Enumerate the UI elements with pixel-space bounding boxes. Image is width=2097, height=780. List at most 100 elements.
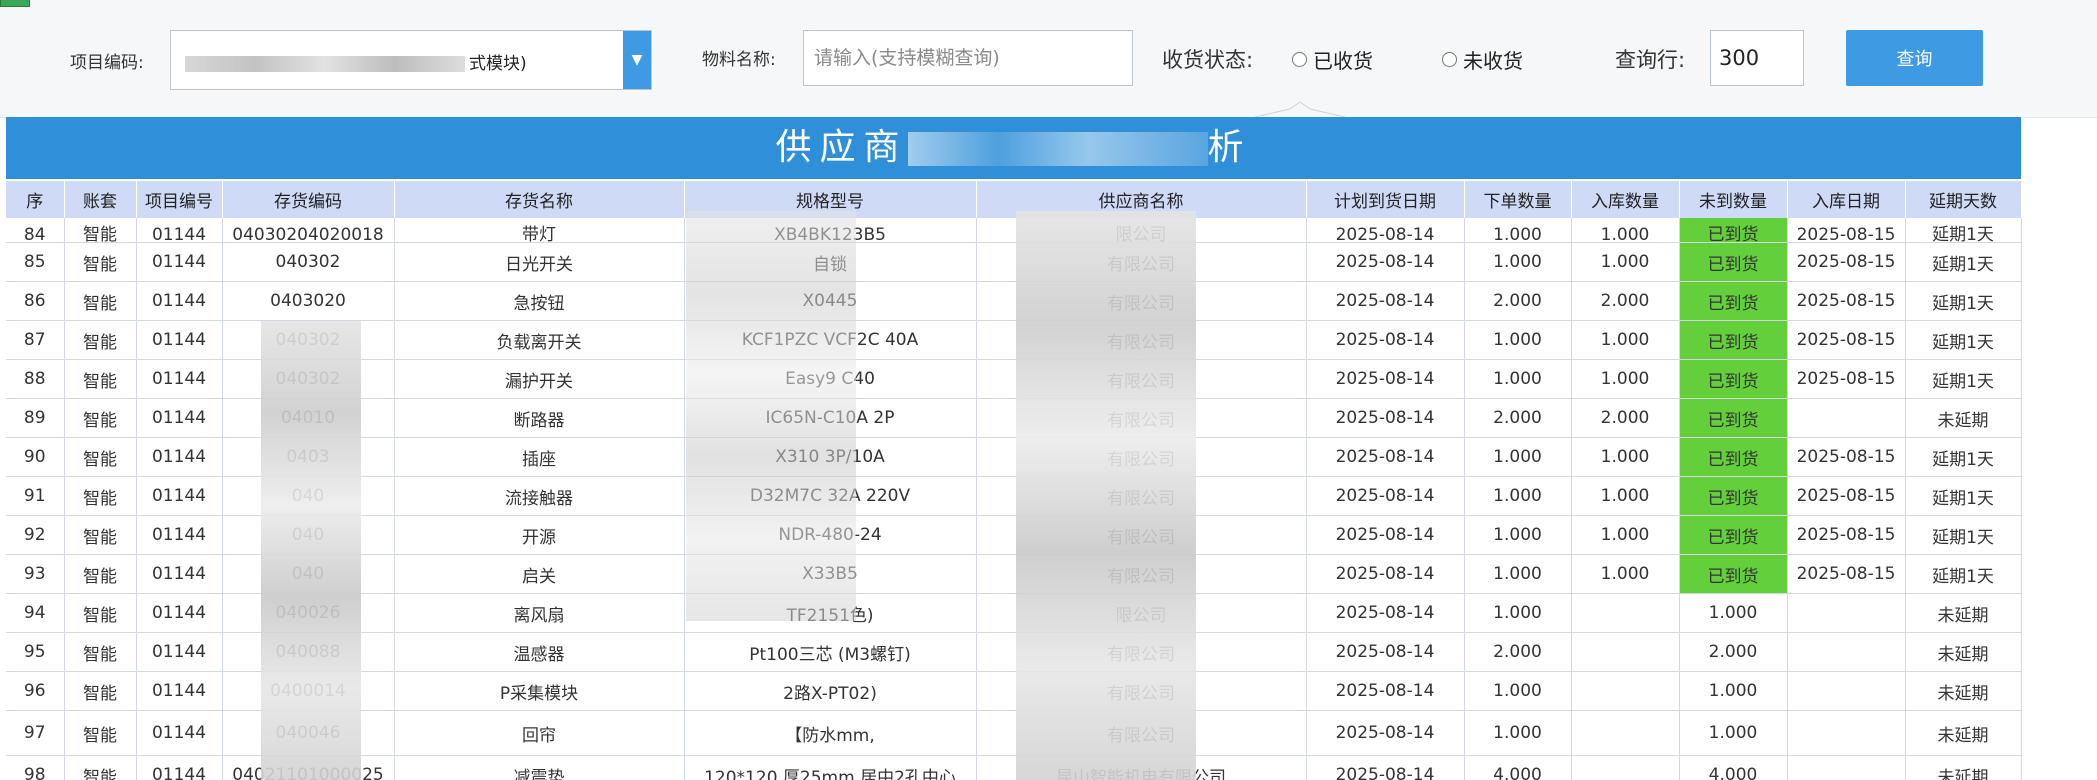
table-cell-delay: 未延期	[1905, 632, 2022, 672]
table-cell-name: 温感器	[394, 632, 685, 672]
table-row[interactable]: 93 智能 01144 040 启关 X33B5 有限公司 2025-08-14 1.000 1.…	[6, 554, 2022, 594]
column-header[interactable]: 存货名称	[394, 181, 685, 218]
project-select[interactable]: 式模块) ▼	[170, 30, 652, 90]
table-cell-supplier: 有限公司	[976, 359, 1307, 399]
table-cell-plan: 2025-08-14	[1306, 281, 1465, 321]
table-cell-spec: KCF1PZC VCF2C 40A	[684, 320, 977, 360]
rows-input[interactable]	[1710, 30, 1804, 86]
report-title-banner: 供应商 析	[6, 117, 2021, 179]
column-header[interactable]: 入库日期	[1787, 181, 1906, 218]
table-cell-stocked: 1.000	[1571, 242, 1680, 282]
table-cell-stocked: 2.000	[1571, 398, 1680, 438]
table-cell-delay: 未延期	[1905, 755, 2022, 780]
table-row[interactable]: 88 智能 01144 040302 漏护开关 Easy9 C40 有限公司 2025-08-…	[6, 359, 2022, 399]
table-cell-code: 040088	[222, 632, 395, 672]
table-row[interactable]: 87 智能 01144 040302 负载离开关 KCF1PZC VCF2C 40A 有限公…	[6, 320, 2022, 360]
table-cell-book: 智能	[64, 218, 137, 243]
table-row[interactable]: 84 智能 01144 04030204020018 带灯 XB4BK123B5 限公司 20…	[6, 218, 2022, 243]
table-cell-indate	[1787, 671, 1906, 711]
table-cell-supplier: 限公司	[976, 593, 1307, 633]
table-cell-name: 负载离开关	[394, 320, 685, 360]
table-row[interactable]: 85 智能 01144 040302 日光开关 自锁 有限公司 2025-08-14 1.000…	[6, 242, 2022, 282]
table-row[interactable]: 89 智能 01144 04010 断路器 IC65N-C10A 2P 有限公司 2025-0…	[6, 398, 2022, 438]
table-cell-book: 智能	[64, 515, 137, 555]
table-cell-supplier: 有限公司	[976, 398, 1307, 438]
table-cell-plan: 2025-08-14	[1306, 632, 1465, 672]
radio-circle-icon[interactable]	[1292, 52, 1307, 67]
column-header[interactable]: 供应商名称	[976, 181, 1307, 218]
table-cell-supplier: 有限公司	[976, 671, 1307, 711]
column-header[interactable]: 存货编码	[222, 181, 395, 218]
table-cell-spec: TF2151色)	[684, 593, 977, 633]
table-cell-plan: 2025-08-14	[1306, 671, 1465, 711]
column-header[interactable]: 延期天数	[1905, 181, 2022, 218]
table-row[interactable]: 90 智能 01144 0403 插座 X310 3P/10A 有限公司 2025-08-14…	[6, 437, 2022, 477]
table-row[interactable]: 91 智能 01144 040 流接触器 D32M7C 32A 220V 有限公司 2025-…	[6, 476, 2022, 516]
table-cell-stocked	[1571, 632, 1680, 672]
column-header[interactable]: 规格型号	[684, 181, 977, 218]
table-cell-name: 回帘	[394, 710, 685, 756]
chevron-down-icon[interactable]: ▼	[623, 31, 651, 89]
radio-not-received-label: 未收货	[1463, 49, 1523, 73]
filter-bar: 项目编码: 式模块) ▼ 物料名称: 收货状态: 已收货 未收货 查询行: 查询	[0, 0, 2097, 118]
table-cell-delay: 延期1天	[1905, 437, 2022, 477]
table-row[interactable]: 98 智能 01144 04021101000025 减震垫 120*120 厚25mm,…	[6, 755, 2022, 780]
table-cell-delay: 延期1天	[1905, 320, 2022, 360]
table-cell-supplier: 有限公司	[976, 281, 1307, 321]
table-cell-supplier: 有限公司	[976, 242, 1307, 282]
table-cell-code: 040026	[222, 593, 395, 633]
table-row[interactable]: 97 智能 01144 040046 回帘 【防水mm, 有限公司 2025-08-14 1.0…	[6, 710, 2022, 756]
radio-circle-icon[interactable]	[1442, 52, 1457, 67]
table-cell-stocked: 1.000	[1571, 218, 1680, 243]
report-title-right: 析	[1207, 127, 1252, 168]
table-cell-book: 智能	[64, 755, 137, 780]
table-cell-proj: 01144	[136, 281, 223, 321]
column-header[interactable]: 序	[6, 181, 65, 218]
table-cell-indate: 2025-08-15	[1787, 515, 1906, 555]
table-cell-seq: 92	[6, 515, 65, 555]
table-cell-book: 智能	[64, 281, 137, 321]
table-cell-proj: 01144	[136, 476, 223, 516]
table-cell-stocked: 1.000	[1571, 359, 1680, 399]
table-cell-proj: 01144	[136, 755, 223, 780]
radio-not-received[interactable]: 未收货	[1442, 45, 1523, 74]
table-cell-seq: 91	[6, 476, 65, 516]
table-cell-delay: 延期1天	[1905, 554, 2022, 594]
table-cell-seq: 89	[6, 398, 65, 438]
popup-caret-icon	[1255, 101, 1345, 117]
column-header[interactable]: 下单数量	[1464, 181, 1572, 218]
table-cell-indate	[1787, 710, 1906, 756]
table-cell-delay: 延期1天	[1905, 359, 2022, 399]
table-cell-stocked: 1.000	[1571, 476, 1680, 516]
table-row[interactable]: 92 智能 01144 040 开源 NDR-480-24 有限公司 2025-08-14 1.…	[6, 515, 2022, 555]
project-select-value: 式模块)	[185, 49, 527, 74]
table-cell-delay: 未延期	[1905, 671, 2022, 711]
table-cell-stocked: 1.000	[1571, 515, 1680, 555]
column-header[interactable]: 账套	[64, 181, 137, 218]
table-row[interactable]: 86 智能 01144 0403020 急按钮 X0445 有限公司 2025-08-14 2.…	[6, 281, 2022, 321]
material-search-input[interactable]	[803, 30, 1133, 86]
table-row[interactable]: 94 智能 01144 040026 离风扇 TF2151色) 限公司 2025-08-14 1…	[6, 593, 2022, 633]
report-title-left: 供应商	[775, 127, 908, 168]
table-cell-code: 04021101000025	[222, 755, 395, 780]
table-cell-spec: 120*120 厚25mm,居中2孔中心	[684, 755, 977, 780]
table-cell-proj: 01144	[136, 398, 223, 438]
table-cell-pending: 1.000	[1679, 593, 1788, 633]
query-button[interactable]: 查询	[1846, 30, 1983, 86]
column-header[interactable]: 入库数量	[1571, 181, 1680, 218]
column-header[interactable]: 计划到货日期	[1306, 181, 1465, 218]
column-header[interactable]: 项目编号	[136, 181, 223, 218]
table-row[interactable]: 95 智能 01144 040088 温感器 Pt100三芯 (M3螺钉) 有限公司 2025…	[6, 632, 2022, 672]
table-cell-plan: 2025-08-14	[1306, 242, 1465, 282]
data-grid[interactable]: 序 账套 项目编号 存货编码 存货名称 规格型号 供应商名称 计划到货日期 下单…	[6, 181, 2022, 780]
table-cell-ordered: 1.000	[1464, 242, 1572, 282]
table-row[interactable]: 96 智能 01144 0400014 P采集模块 2路X-PT02) 有限公司 2025-0…	[6, 671, 2022, 711]
table-cell-seq: 85	[6, 242, 65, 282]
table-cell-supplier: 有限公司	[976, 437, 1307, 477]
table-cell-spec: X310 3P/10A	[684, 437, 977, 477]
radio-received[interactable]: 已收货	[1292, 45, 1373, 74]
table-cell-seq: 86	[6, 281, 65, 321]
column-header[interactable]: 未到数量	[1679, 181, 1788, 218]
table-cell-name: P采集模块	[394, 671, 685, 711]
table-cell-plan: 2025-08-14	[1306, 320, 1465, 360]
